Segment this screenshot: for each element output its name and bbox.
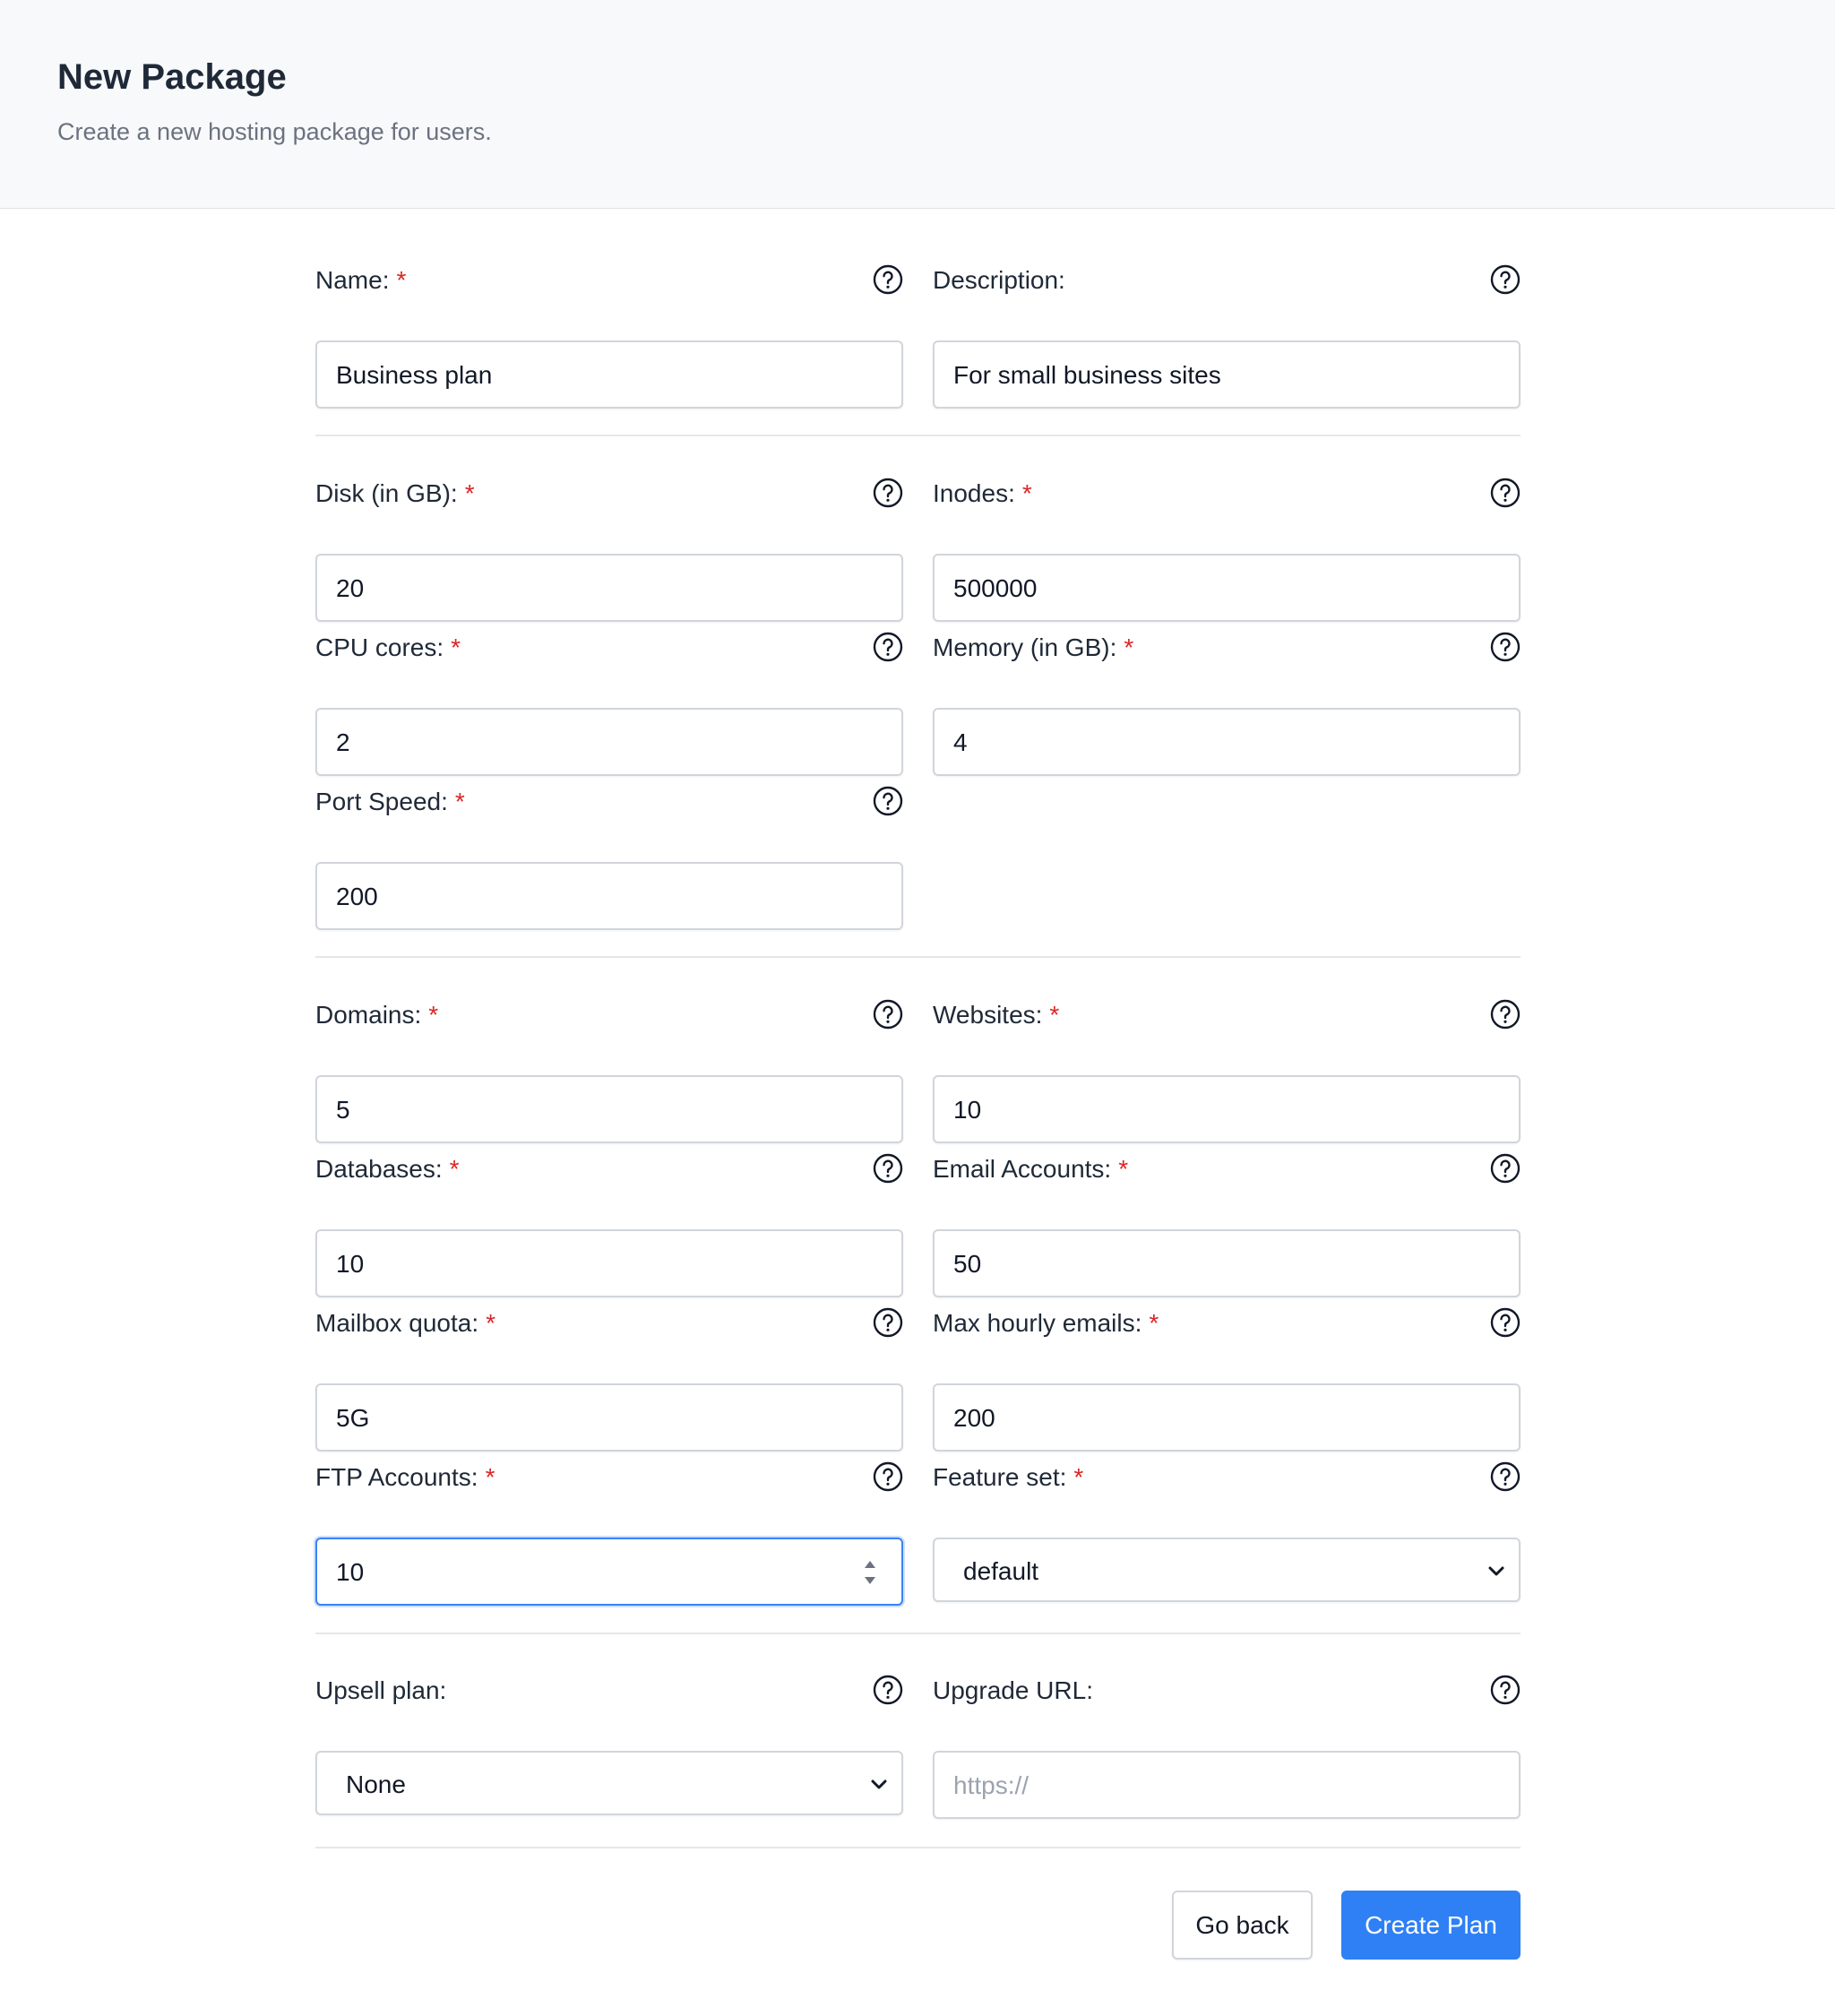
inodes-input[interactable]: 500000 bbox=[933, 554, 1521, 622]
description-input[interactable]: For small business sites bbox=[933, 340, 1521, 409]
email-accounts-field: Email Accounts: * 50 bbox=[933, 1153, 1521, 1297]
help-icon[interactable] bbox=[1490, 1153, 1521, 1184]
description-field: Description: For small business sites bbox=[933, 264, 1521, 409]
cpu-label: CPU cores: * bbox=[315, 633, 461, 661]
upsell-plan-field: Upsell plan: None bbox=[315, 1675, 903, 1815]
cpu-field: CPU cores: * 2 bbox=[315, 632, 903, 776]
upsell-plan-select[interactable]: None bbox=[315, 1751, 903, 1815]
required-mark: * bbox=[1049, 1001, 1060, 1029]
memory-input[interactable]: 4 bbox=[933, 708, 1521, 776]
domains-label: Domains: * bbox=[315, 1001, 439, 1029]
chevron-down-icon bbox=[1486, 1561, 1506, 1581]
websites-input[interactable]: 10 bbox=[933, 1075, 1521, 1143]
cpu-input[interactable]: 2 bbox=[315, 708, 903, 776]
new-package-form: Name: * Business plan Description: For sm… bbox=[315, 209, 1521, 2016]
help-icon[interactable] bbox=[873, 1307, 903, 1338]
page-title: New Package bbox=[57, 57, 287, 97]
disk-label: Disk (in GB): * bbox=[315, 479, 475, 507]
upsell-plan-label: Upsell plan: bbox=[315, 1676, 447, 1704]
databases-input[interactable]: 10 bbox=[315, 1229, 903, 1297]
ftp-accounts-input[interactable]: 10 bbox=[315, 1538, 903, 1606]
websites-label: Websites: * bbox=[933, 1001, 1060, 1029]
email-accounts-label: Email Accounts: * bbox=[933, 1155, 1129, 1183]
help-icon[interactable] bbox=[873, 264, 903, 295]
required-mark: * bbox=[485, 1463, 495, 1491]
databases-label: Databases: * bbox=[315, 1155, 460, 1183]
name-input[interactable]: Business plan bbox=[315, 340, 903, 409]
required-mark: * bbox=[396, 266, 407, 294]
mailbox-quota-label: Mailbox quota: * bbox=[315, 1309, 496, 1337]
page-subtitle: Create a new hosting package for users. bbox=[57, 118, 492, 145]
name-label: Name: * bbox=[315, 266, 407, 294]
description-label: Description: bbox=[933, 266, 1065, 294]
section-divider bbox=[315, 1847, 1521, 1848]
help-icon[interactable] bbox=[873, 999, 903, 1030]
required-mark: * bbox=[454, 788, 465, 815]
name-field: Name: * Business plan bbox=[315, 264, 903, 409]
domains-input[interactable]: 5 bbox=[315, 1075, 903, 1143]
memory-field: Memory (in GB): * 4 bbox=[933, 632, 1521, 776]
feature-set-select[interactable]: default bbox=[933, 1538, 1521, 1602]
required-mark: * bbox=[1124, 633, 1134, 661]
port-speed-field: Port Speed: * 200 bbox=[315, 786, 903, 930]
email-accounts-input[interactable]: 50 bbox=[933, 1229, 1521, 1297]
section-divider bbox=[315, 1633, 1521, 1634]
help-icon[interactable] bbox=[873, 632, 903, 662]
page-header: New Package Create a new hosting package… bbox=[0, 0, 1835, 209]
help-icon[interactable] bbox=[1490, 1307, 1521, 1338]
help-icon[interactable] bbox=[873, 478, 903, 508]
upgrade-url-label: Upgrade URL: bbox=[933, 1676, 1093, 1704]
required-mark: * bbox=[428, 1001, 439, 1029]
go-back-button[interactable]: Go back bbox=[1172, 1891, 1313, 1960]
required-mark: * bbox=[451, 633, 461, 661]
max-hourly-emails-field: Max hourly emails: * 200 bbox=[933, 1307, 1521, 1452]
ftp-accounts-field: FTP Accounts: * 10 bbox=[315, 1461, 903, 1606]
help-icon[interactable] bbox=[1490, 478, 1521, 508]
domains-field: Domains: * 5 bbox=[315, 999, 903, 1143]
required-mark: * bbox=[1118, 1155, 1129, 1183]
port-speed-input[interactable]: 200 bbox=[315, 862, 903, 930]
databases-field: Databases: * 10 bbox=[315, 1153, 903, 1297]
section-divider bbox=[315, 956, 1521, 958]
help-icon[interactable] bbox=[873, 1461, 903, 1492]
required-mark: * bbox=[464, 479, 475, 507]
create-plan-button[interactable]: Create Plan bbox=[1341, 1891, 1521, 1960]
number-spinner-icon[interactable] bbox=[862, 1557, 878, 1588]
help-icon[interactable] bbox=[1490, 1461, 1521, 1492]
help-icon[interactable] bbox=[1490, 1675, 1521, 1705]
upgrade-url-input[interactable]: https:// bbox=[933, 1751, 1521, 1819]
mailbox-quota-input[interactable]: 5G bbox=[315, 1383, 903, 1452]
disk-field: Disk (in GB): * 20 bbox=[315, 478, 903, 622]
max-hourly-emails-input[interactable]: 200 bbox=[933, 1383, 1521, 1452]
mailbox-quota-field: Mailbox quota: * 5G bbox=[315, 1307, 903, 1452]
feature-set-label: Feature set: * bbox=[933, 1463, 1084, 1491]
required-mark: * bbox=[1021, 479, 1032, 507]
required-mark: * bbox=[1149, 1309, 1159, 1337]
required-mark: * bbox=[449, 1155, 460, 1183]
section-divider bbox=[315, 435, 1521, 436]
inodes-label: Inodes: * bbox=[933, 479, 1032, 507]
help-icon[interactable] bbox=[873, 1153, 903, 1184]
feature-set-field: Feature set: * default bbox=[933, 1461, 1521, 1602]
help-icon[interactable] bbox=[873, 786, 903, 816]
help-icon[interactable] bbox=[1490, 632, 1521, 662]
help-icon[interactable] bbox=[1490, 264, 1521, 295]
port-speed-label: Port Speed: * bbox=[315, 788, 465, 815]
max-hourly-emails-label: Max hourly emails: * bbox=[933, 1309, 1159, 1337]
help-icon[interactable] bbox=[1490, 999, 1521, 1030]
chevron-down-icon bbox=[869, 1774, 889, 1794]
inodes-field: Inodes: * 500000 bbox=[933, 478, 1521, 622]
help-icon[interactable] bbox=[873, 1675, 903, 1705]
upgrade-url-field: Upgrade URL: https:// bbox=[933, 1675, 1521, 1819]
ftp-accounts-label: FTP Accounts: * bbox=[315, 1463, 495, 1491]
required-mark: * bbox=[1073, 1463, 1084, 1491]
websites-field: Websites: * 10 bbox=[933, 999, 1521, 1143]
memory-label: Memory (in GB): * bbox=[933, 633, 1134, 661]
required-mark: * bbox=[486, 1309, 496, 1337]
disk-input[interactable]: 20 bbox=[315, 554, 903, 622]
